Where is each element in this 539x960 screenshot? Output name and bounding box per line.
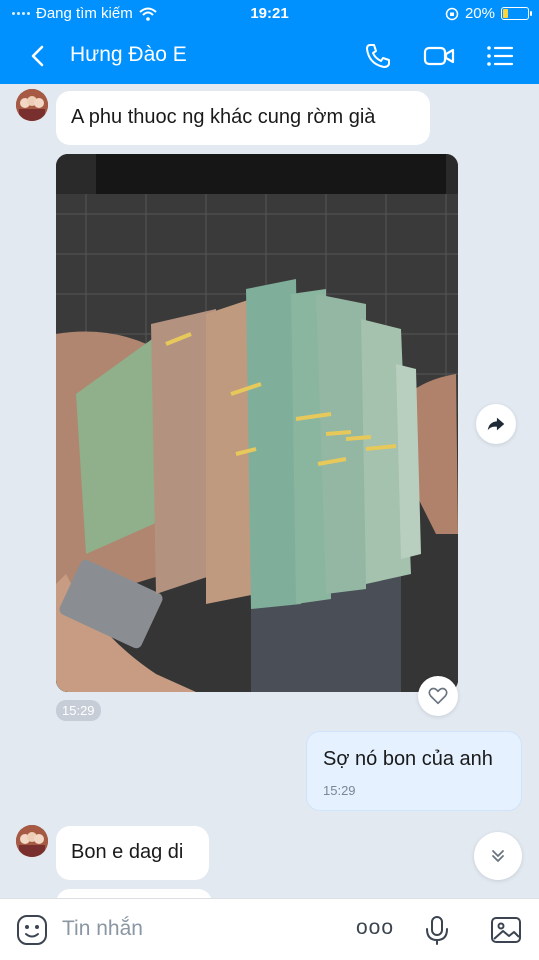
message-bubble-outgoing[interactable]: Sợ nó bon của anh 15:29	[306, 731, 522, 811]
heart-icon	[428, 687, 448, 705]
back-icon[interactable]	[22, 40, 54, 72]
status-bar: Đang tìm kiếm 19:21 20%	[0, 0, 539, 28]
contact-avatar[interactable]	[16, 89, 48, 121]
gallery-icon[interactable]	[489, 913, 523, 947]
double-chevron-down-icon	[492, 850, 504, 862]
message-input-bar: Tin nhắn ooo	[0, 898, 539, 960]
message-bubble-incoming[interactable]: Bon e dag di	[56, 826, 209, 880]
more-icon[interactable]: ooo	[356, 916, 394, 940]
contact-name[interactable]: Hưng Đào E	[70, 43, 187, 67]
message-text: A phu thuoc ng khác cung rờm già	[71, 106, 376, 128]
battery-icon	[501, 7, 532, 20]
message-image[interactable]	[56, 154, 458, 692]
battery-status: 20%	[445, 5, 532, 22]
message-bubble-incoming-partial[interactable]	[56, 889, 212, 898]
message-text: Bon e dag di	[71, 841, 184, 863]
money-photo	[56, 154, 458, 692]
scroll-to-bottom-button[interactable]	[474, 832, 522, 880]
message-input[interactable]: Tin nhắn	[62, 917, 143, 941]
contact-avatar[interactable]	[16, 825, 48, 857]
microphone-icon[interactable]	[420, 913, 454, 947]
chat-header: Hưng Đào E	[0, 28, 539, 84]
battery-percent: 20%	[464, 5, 495, 22]
image-timestamp: 15:29	[56, 700, 101, 721]
message-list[interactable]: A phu thuoc ng khác cung rờm già 15:29 S…	[0, 84, 539, 898]
share-button[interactable]	[476, 404, 516, 444]
message-text: Sợ nó bon của anh	[323, 748, 493, 770]
phone-icon[interactable]	[362, 40, 394, 72]
video-call-icon[interactable]	[423, 40, 455, 72]
message-timestamp: 15:29	[323, 783, 356, 798]
sticker-icon[interactable]	[15, 913, 49, 947]
forward-icon	[487, 417, 505, 431]
orientation-lock-icon	[445, 7, 459, 20]
like-button[interactable]	[418, 676, 458, 716]
menu-icon[interactable]	[484, 40, 516, 72]
message-bubble-incoming[interactable]: A phu thuoc ng khác cung rờm già	[56, 91, 430, 145]
